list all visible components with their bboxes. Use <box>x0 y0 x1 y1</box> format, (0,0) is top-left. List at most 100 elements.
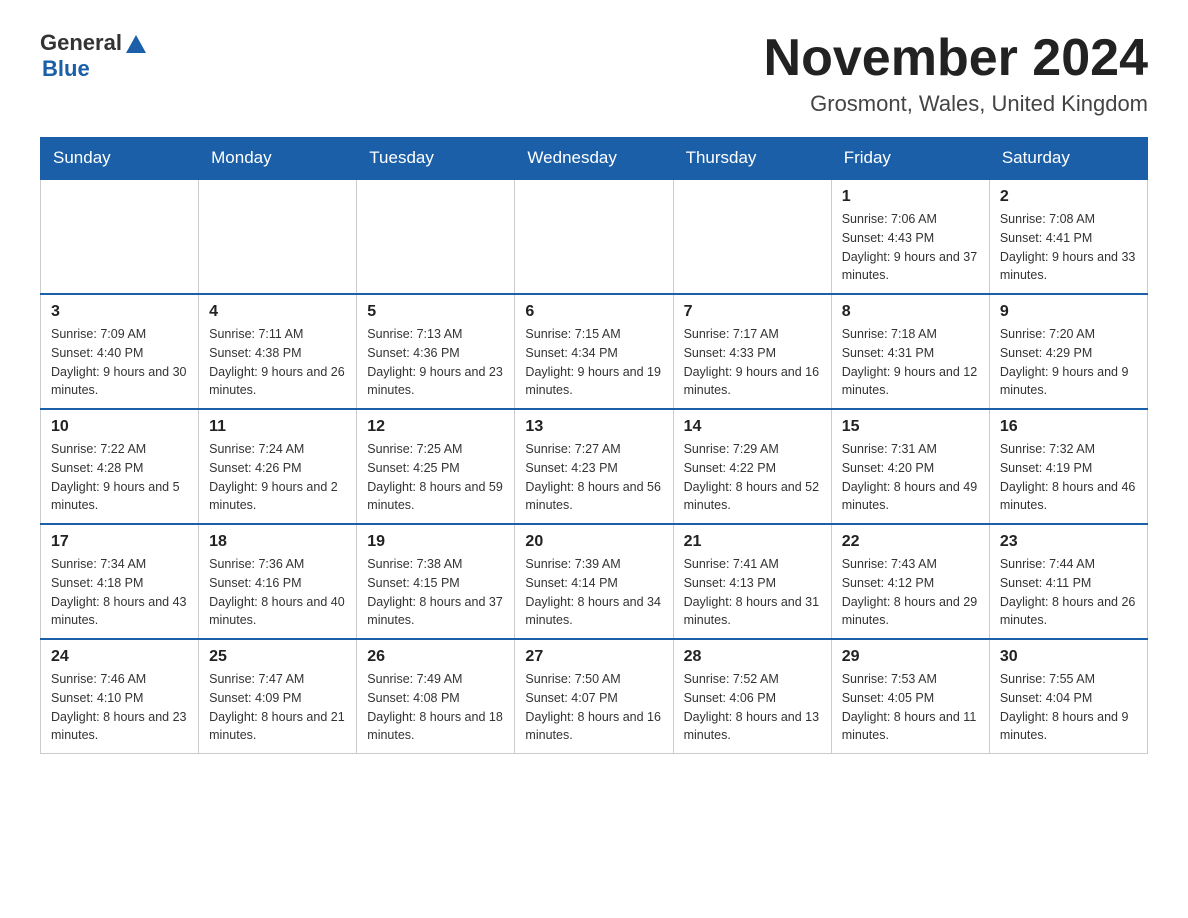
calendar-day-header: Friday <box>831 138 989 180</box>
day-number: 3 <box>51 303 188 321</box>
logo-blue-text: Blue <box>42 56 146 82</box>
calendar-day-cell <box>357 179 515 294</box>
day-info: Sunrise: 7:15 AMSunset: 4:34 PMDaylight:… <box>525 325 662 400</box>
day-info: Sunrise: 7:29 AMSunset: 4:22 PMDaylight:… <box>684 440 821 515</box>
day-info: Sunrise: 7:18 AMSunset: 4:31 PMDaylight:… <box>842 325 979 400</box>
day-number: 16 <box>1000 418 1137 436</box>
calendar-day-cell <box>41 179 199 294</box>
calendar-day-cell: 11Sunrise: 7:24 AMSunset: 4:26 PMDayligh… <box>199 409 357 524</box>
day-info: Sunrise: 7:08 AMSunset: 4:41 PMDaylight:… <box>1000 210 1137 285</box>
calendar-day-cell <box>673 179 831 294</box>
day-number: 29 <box>842 648 979 666</box>
day-info: Sunrise: 7:43 AMSunset: 4:12 PMDaylight:… <box>842 555 979 630</box>
calendar-day-cell: 21Sunrise: 7:41 AMSunset: 4:13 PMDayligh… <box>673 524 831 639</box>
calendar-day-cell <box>199 179 357 294</box>
calendar-day-cell: 3 Sunrise: 7:09 AMSunset: 4:40 PMDaylight… <box>41 294 199 409</box>
calendar-day-cell: 29 Sunrise: 7:53 AMSunset: 4:05 PMDayligh… <box>831 639 989 754</box>
calendar-day-cell: 15 Sunrise: 7:31 AMSunset: 4:20 PMDayligh… <box>831 409 989 524</box>
day-number: 8 <box>842 303 979 321</box>
day-info: Sunrise: 7:53 AMSunset: 4:05 PMDaylight:… <box>842 670 979 745</box>
day-info: Sunrise: 7:34 AMSunset: 4:18 PMDaylight:… <box>51 555 188 630</box>
calendar-day-cell: 8 Sunrise: 7:18 AMSunset: 4:31 PMDaylight… <box>831 294 989 409</box>
day-number: 24 <box>51 648 188 666</box>
day-info: Sunrise: 7:36 AMSunset: 4:16 PMDaylight:… <box>209 555 346 630</box>
day-number: 6 <box>525 303 662 321</box>
day-info: Sunrise: 7:09 AMSunset: 4:40 PMDaylight:… <box>51 325 188 400</box>
day-info: Sunrise: 7:06 AMSunset: 4:43 PMDaylight:… <box>842 210 979 285</box>
page-header: General Blue November 2024 Grosmont, Wal… <box>40 30 1148 117</box>
day-info: Sunrise: 7:55 AMSunset: 4:04 PMDaylight:… <box>1000 670 1137 745</box>
day-number: 19 <box>367 533 504 551</box>
day-number: 20 <box>525 533 662 551</box>
calendar-day-cell: 2 Sunrise: 7:08 AMSunset: 4:41 PMDaylight… <box>989 179 1147 294</box>
calendar-day-cell: 22 Sunrise: 7:43 AMSunset: 4:12 PMDayligh… <box>831 524 989 639</box>
calendar-week-row: 24Sunrise: 7:46 AMSunset: 4:10 PMDayligh… <box>41 639 1148 754</box>
calendar-week-row: 1 Sunrise: 7:06 AMSunset: 4:43 PMDaylight… <box>41 179 1148 294</box>
calendar-day-cell: 23Sunrise: 7:44 AMSunset: 4:11 PMDayligh… <box>989 524 1147 639</box>
day-info: Sunrise: 7:47 AMSunset: 4:09 PMDaylight:… <box>209 670 346 745</box>
day-number: 9 <box>1000 303 1137 321</box>
location-subtitle: Grosmont, Wales, United Kingdom <box>764 91 1148 117</box>
calendar-day-cell: 16 Sunrise: 7:32 AMSunset: 4:19 PMDayligh… <box>989 409 1147 524</box>
calendar-day-header: Tuesday <box>357 138 515 180</box>
day-number: 4 <box>209 303 346 321</box>
day-info: Sunrise: 7:38 AMSunset: 4:15 PMDaylight:… <box>367 555 504 630</box>
calendar-day-cell: 10 Sunrise: 7:22 AMSunset: 4:28 PMDayligh… <box>41 409 199 524</box>
calendar-day-header: Monday <box>199 138 357 180</box>
day-number: 10 <box>51 418 188 436</box>
calendar-day-cell: 19 Sunrise: 7:38 AMSunset: 4:15 PMDayligh… <box>357 524 515 639</box>
day-info: Sunrise: 7:27 AMSunset: 4:23 PMDaylight:… <box>525 440 662 515</box>
day-number: 12 <box>367 418 504 436</box>
calendar-week-row: 17 Sunrise: 7:34 AMSunset: 4:18 PMDayligh… <box>41 524 1148 639</box>
calendar-day-cell: 25Sunrise: 7:47 AMSunset: 4:09 PMDayligh… <box>199 639 357 754</box>
day-number: 27 <box>525 648 662 666</box>
calendar-day-cell: 27 Sunrise: 7:50 AMSunset: 4:07 PMDayligh… <box>515 639 673 754</box>
calendar-day-cell: 20 Sunrise: 7:39 AMSunset: 4:14 PMDayligh… <box>515 524 673 639</box>
day-info: Sunrise: 7:24 AMSunset: 4:26 PMDaylight:… <box>209 440 346 515</box>
calendar-day-cell: 7Sunrise: 7:17 AMSunset: 4:33 PMDaylight… <box>673 294 831 409</box>
month-title: November 2024 <box>764 30 1148 87</box>
day-info: Sunrise: 7:49 AMSunset: 4:08 PMDaylight:… <box>367 670 504 745</box>
day-number: 2 <box>1000 188 1137 206</box>
calendar-day-cell: 26 Sunrise: 7:49 AMSunset: 4:08 PMDayligh… <box>357 639 515 754</box>
calendar-day-cell: 5 Sunrise: 7:13 AMSunset: 4:36 PMDaylight… <box>357 294 515 409</box>
day-info: Sunrise: 7:31 AMSunset: 4:20 PMDaylight:… <box>842 440 979 515</box>
logo-triangle-icon <box>126 35 146 53</box>
calendar-day-header: Saturday <box>989 138 1147 180</box>
calendar-day-header: Sunday <box>41 138 199 180</box>
day-number: 21 <box>684 533 821 551</box>
day-info: Sunrise: 7:32 AMSunset: 4:19 PMDaylight:… <box>1000 440 1137 515</box>
calendar-day-cell: 14Sunrise: 7:29 AMSunset: 4:22 PMDayligh… <box>673 409 831 524</box>
day-number: 15 <box>842 418 979 436</box>
calendar-day-cell: 6 Sunrise: 7:15 AMSunset: 4:34 PMDaylight… <box>515 294 673 409</box>
day-number: 23 <box>1000 533 1137 551</box>
calendar-day-cell: 30Sunrise: 7:55 AMSunset: 4:04 PMDayligh… <box>989 639 1147 754</box>
day-number: 22 <box>842 533 979 551</box>
day-info: Sunrise: 7:25 AMSunset: 4:25 PMDaylight:… <box>367 440 504 515</box>
day-number: 26 <box>367 648 504 666</box>
calendar-day-header: Thursday <box>673 138 831 180</box>
calendar-header-row: SundayMondayTuesdayWednesdayThursdayFrid… <box>41 138 1148 180</box>
calendar-day-cell: 18 Sunrise: 7:36 AMSunset: 4:16 PMDayligh… <box>199 524 357 639</box>
calendar-table: SundayMondayTuesdayWednesdayThursdayFrid… <box>40 137 1148 754</box>
calendar-day-cell: 1 Sunrise: 7:06 AMSunset: 4:43 PMDaylight… <box>831 179 989 294</box>
calendar-day-cell: 24Sunrise: 7:46 AMSunset: 4:10 PMDayligh… <box>41 639 199 754</box>
day-number: 7 <box>684 303 821 321</box>
day-info: Sunrise: 7:11 AMSunset: 4:38 PMDaylight:… <box>209 325 346 400</box>
day-number: 5 <box>367 303 504 321</box>
calendar-day-cell: 13Sunrise: 7:27 AMSunset: 4:23 PMDayligh… <box>515 409 673 524</box>
day-info: Sunrise: 7:52 AMSunset: 4:06 PMDaylight:… <box>684 670 821 745</box>
day-number: 1 <box>842 188 979 206</box>
day-number: 17 <box>51 533 188 551</box>
calendar-day-cell: 28 Sunrise: 7:52 AMSunset: 4:06 PMDayligh… <box>673 639 831 754</box>
calendar-day-cell: 12 Sunrise: 7:25 AMSunset: 4:25 PMDayligh… <box>357 409 515 524</box>
day-info: Sunrise: 7:39 AMSunset: 4:14 PMDaylight:… <box>525 555 662 630</box>
day-info: Sunrise: 7:22 AMSunset: 4:28 PMDaylight:… <box>51 440 188 515</box>
calendar-day-cell: 17 Sunrise: 7:34 AMSunset: 4:18 PMDayligh… <box>41 524 199 639</box>
calendar-day-cell: 9 Sunrise: 7:20 AMSunset: 4:29 PMDaylight… <box>989 294 1147 409</box>
day-info: Sunrise: 7:20 AMSunset: 4:29 PMDaylight:… <box>1000 325 1137 400</box>
day-info: Sunrise: 7:50 AMSunset: 4:07 PMDaylight:… <box>525 670 662 745</box>
day-number: 18 <box>209 533 346 551</box>
day-info: Sunrise: 7:13 AMSunset: 4:36 PMDaylight:… <box>367 325 504 400</box>
day-number: 28 <box>684 648 821 666</box>
